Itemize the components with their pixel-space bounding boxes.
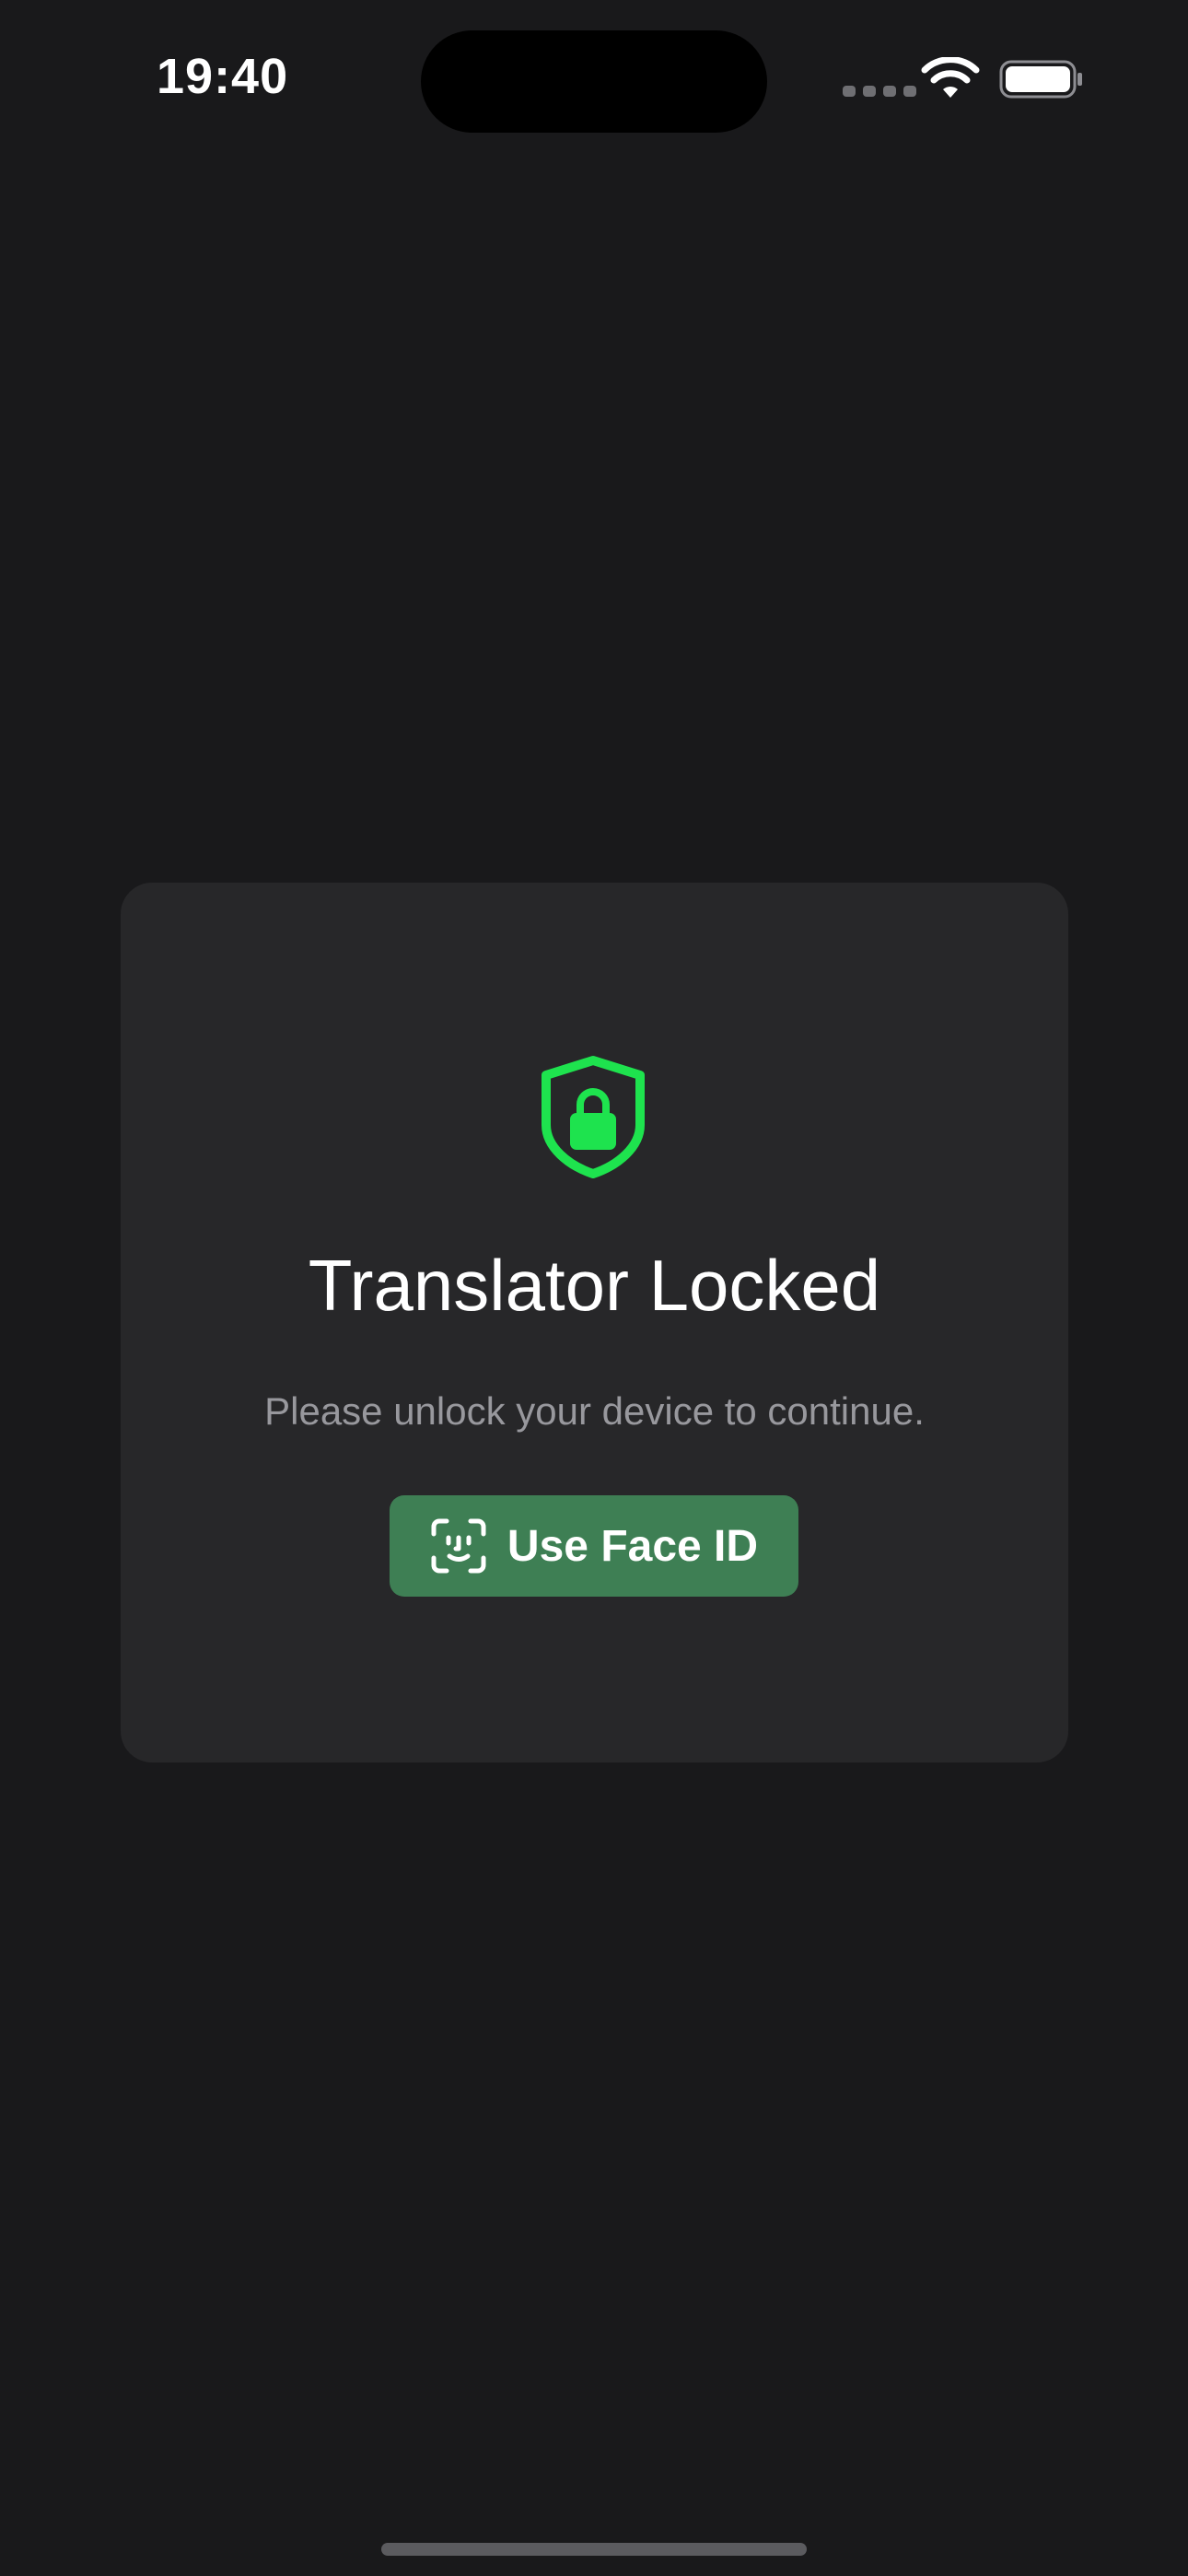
home-indicator[interactable] [381,2543,807,2556]
lock-title: Translator Locked [308,1245,881,1326]
battery-icon [999,60,1082,99]
status-time: 19:40 [157,49,289,104]
use-face-id-label: Use Face ID [507,1521,759,1571]
cellular-signal-icon [843,86,916,97]
use-face-id-button[interactable]: Use Face ID [390,1495,798,1597]
wifi-icon [921,57,980,98]
shield-lock-icon [542,1056,645,1178]
dynamic-island [421,30,767,133]
faceid-icon [431,1518,486,1574]
lock-subtitle: Please unlock your device to continue. [264,1389,925,1433]
